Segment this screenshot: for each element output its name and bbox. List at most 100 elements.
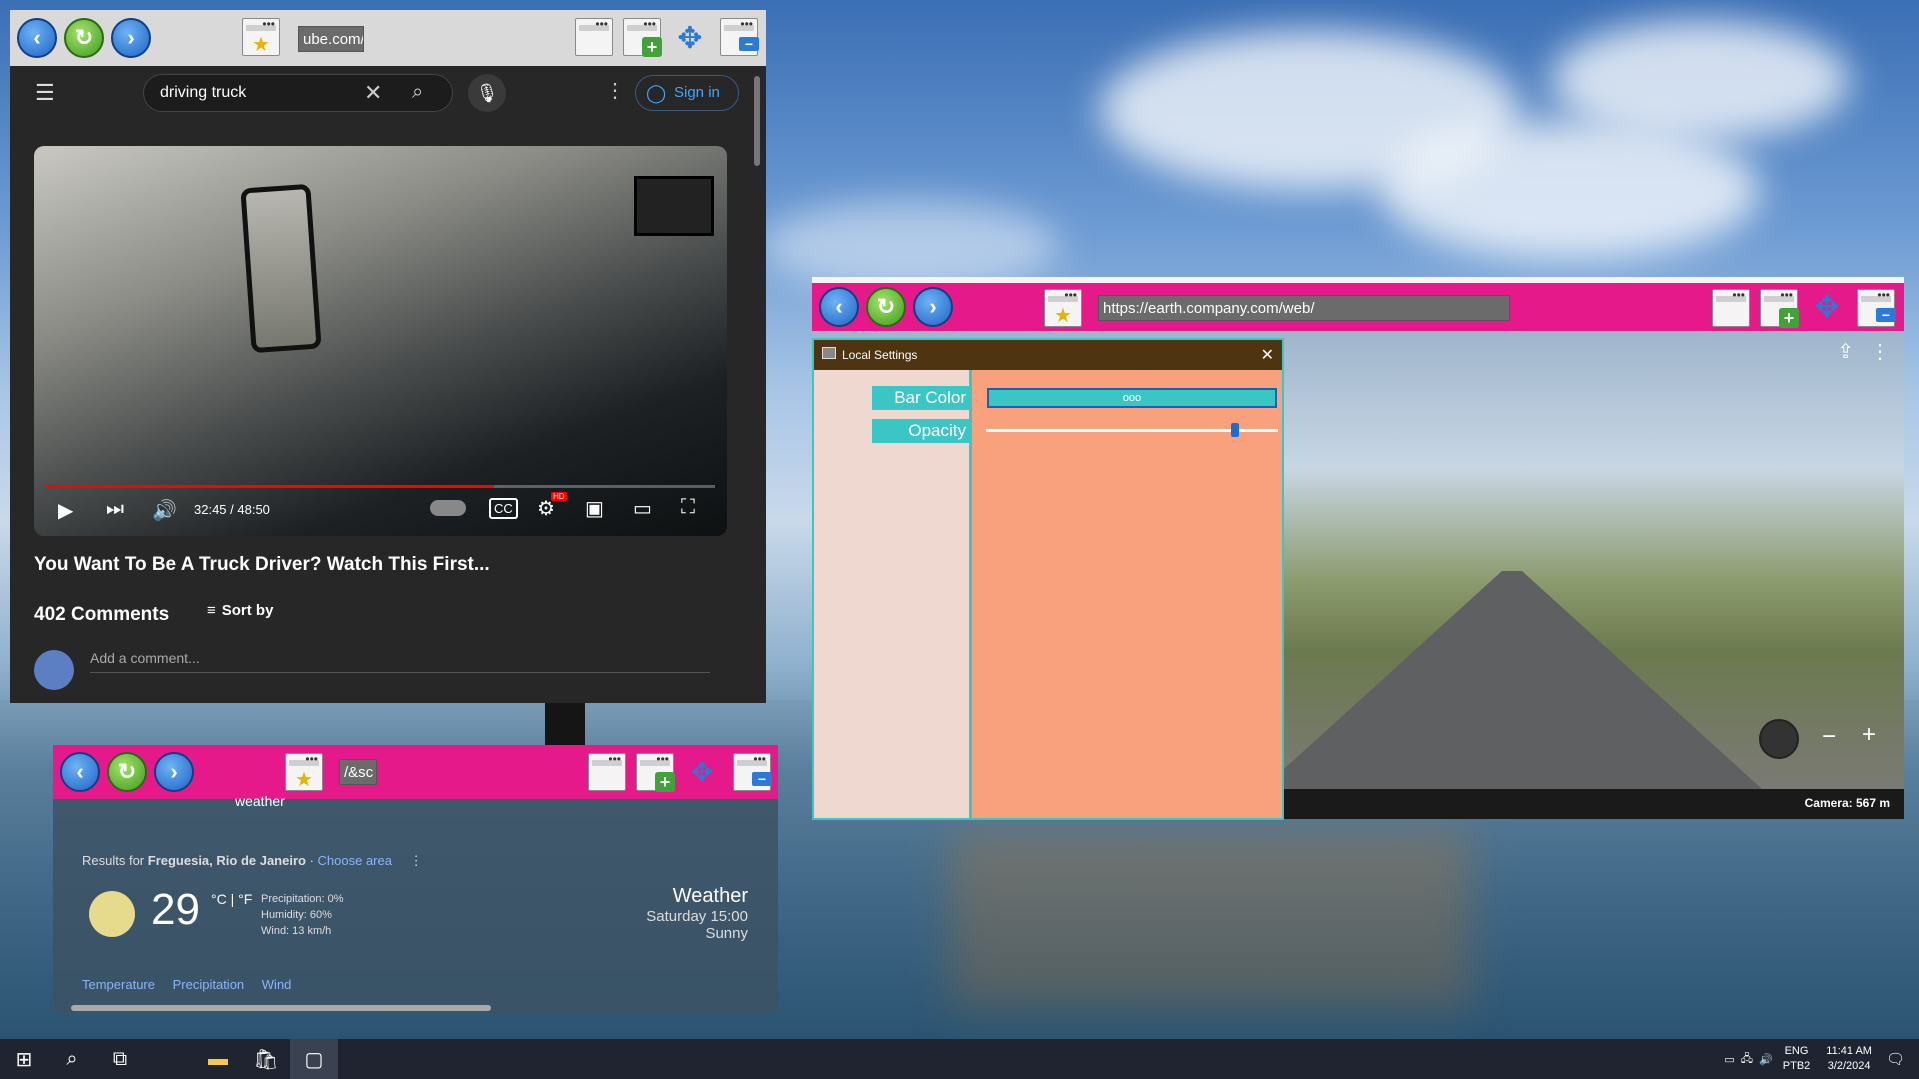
weather-search-input[interactable]: weather [235,793,285,809]
back-button[interactable]: ‹ [60,752,100,792]
search-input[interactable]: driving truck [160,84,246,102]
results-for-line: Results for Freguesia, Rio de Janeiro · … [82,853,423,869]
sign-in-button[interactable]: ◯ Sign in [635,75,739,111]
search-icon[interactable]: ⌕ [48,1039,96,1079]
forward-button[interactable]: › [154,752,194,792]
minimize-button[interactable]: ••• − [733,752,772,791]
move-icon[interactable]: ✥ [687,757,717,787]
bookmark-button[interactable]: ••• ★ [285,752,323,791]
new-tab-button[interactable]: ••• + [636,752,675,792]
miniplayer-icon[interactable]: ▣ [585,496,604,521]
language-indicator[interactable]: ENG PTB2 [1783,1044,1811,1074]
search-icon[interactable]: ⌕ [412,81,423,104]
new-tab-button[interactable]: ••• + [623,17,662,57]
window-icon [822,347,836,359]
file-explorer-icon[interactable]: ▬ [194,1039,242,1079]
add-comment-field[interactable]: Add a comment... [90,650,710,673]
window-button[interactable]: ••• [588,752,626,791]
forward-button[interactable]: › [111,18,151,58]
scrollbar[interactable] [754,76,760,166]
road [1262,571,1762,789]
tray-expand-icon[interactable]: ▭ [1724,1053,1734,1066]
separator: · [305,853,318,868]
play-icon[interactable]: ▶ [58,498,73,523]
next-icon[interactable]: ⏭ [106,498,124,521]
tab-temperature[interactable]: Temperature [82,977,155,992]
progress-track[interactable] [46,485,715,488]
clear-icon[interactable]: ✕ [364,80,382,106]
bookmark-button[interactable]: ••• ★ [1044,288,1082,327]
address-bar[interactable]: https://earth.company.com/web/ [1098,295,1510,321]
clock-time: 11:41 AM [1826,1045,1872,1057]
search-box[interactable]: driving truck ✕ ⌕ [143,74,453,112]
layout-label: PTB2 [1782,1060,1811,1072]
truck-mirror [240,183,322,354]
video-player[interactable]: ▶ ⏭ 🔊 32:45 / 48:50 CC ⚙ HD ▣ ▭ ⛶ [34,146,727,536]
choose-area-link[interactable]: Choose area [318,853,392,868]
window-button[interactable]: ••• [1712,288,1750,327]
weather-tabs: Temperature Precipitation Wind [82,977,291,992]
more-icon[interactable]: ⋮ [1870,339,1890,364]
volume-icon[interactable]: 🔊 [152,498,177,523]
move-icon[interactable]: ✥ [673,22,707,56]
zoom-in-button[interactable]: + [1862,721,1876,749]
back-button[interactable]: ‹ [819,287,859,327]
results-for-label: Results for [82,853,148,868]
clock[interactable]: 11:41 AM 3/2/2024 [1826,1044,1872,1074]
zoom-out-button[interactable]: − [1822,723,1836,751]
browser-app-icon[interactable]: ▢ [290,1039,338,1079]
bar-color-label: Bar Color [872,386,972,410]
video-title: You Want To Be A Truck Driver? Watch Thi… [34,554,490,575]
bar-color-field[interactable]: ooo [987,388,1277,408]
compass-icon[interactable] [1759,719,1799,759]
cc-icon[interactable]: CC [489,498,518,519]
local-settings-dialog: Local Settings ✕ Bar Color ooo Opacity [812,338,1284,820]
youtube-window: ‹ ↻ › ••• ★ ube.com/ ••• ••• + ✥ ••• − ☰ dr… [10,10,766,703]
minimize-button[interactable]: ••• − [720,17,759,56]
address-bar[interactable]: ube.com/ [298,26,364,52]
weather-summary: Weather Saturday 15:00 Sunny [646,885,748,942]
earth-navbar: ‹ ↻ › ••• ★ https://earth.company.com/web… [812,277,1904,331]
horizontal-scrollbar[interactable] [71,1005,491,1011]
minimize-button[interactable]: ••• − [1857,288,1896,327]
address-bar[interactable]: /&sc [339,759,377,785]
windows-start-icon[interactable]: ⊞ [0,1039,48,1079]
tab-precipitation[interactable]: Precipitation [173,977,245,992]
opacity-slider-thumb[interactable] [1231,423,1240,437]
reload-button[interactable]: ↻ [64,18,104,58]
bookmark-button[interactable]: ••• ★ [242,17,280,56]
opacity-label: Opacity [872,419,972,443]
tab-wind[interactable]: Wind [262,977,292,992]
close-icon[interactable]: ✕ [1261,345,1274,365]
forward-button[interactable]: › [913,287,953,327]
store-icon[interactable]: 🛍 [242,1039,290,1079]
window-button[interactable]: ••• [575,17,613,56]
taskbar: ⊞ ⌕ ⧉ ▬ 🛍 ▢ ▭ 🖧 🔊 ENG PTB2 11:41 AM 3/2/… [0,1039,1919,1079]
network-icon[interactable]: 🖧 [1741,1050,1753,1069]
volume-icon[interactable]: 🔊 [1759,1053,1773,1066]
new-tab-button[interactable]: ••• + [1760,288,1799,328]
opacity-slider[interactable] [986,423,1278,437]
wind-text: Wind: 13 km/h [261,925,332,937]
lang-label: ENG [1784,1045,1809,1057]
notification-icon[interactable]: 🗨 [1886,1050,1905,1068]
fullscreen-icon[interactable]: ⛶ [681,496,695,519]
task-view-icon[interactable]: ⧉ [96,1039,144,1079]
more-icon[interactable]: ⋮ [410,853,423,868]
move-icon[interactable]: ✥ [1810,291,1844,325]
reload-button[interactable]: ↻ [866,287,906,327]
star-icon: ★ [252,34,270,56]
autoplay-toggle[interactable] [430,500,466,516]
dialog-title: Local Settings [842,348,918,362]
menu-icon[interactable]: ☰ [35,80,55,106]
share-icon[interactable]: ⇪ [1837,339,1854,364]
youtube-navbar: ‹ ↻ › ••• ★ ube.com/ ••• ••• + ✥ ••• − [10,10,766,66]
back-button[interactable]: ‹ [17,18,57,58]
more-icon[interactable]: ⋮ [605,78,625,103]
reload-button[interactable]: ↻ [107,752,147,792]
theater-icon[interactable]: ▭ [633,496,652,521]
mic-icon[interactable]: 🎙 [468,74,506,112]
youtube-page: ☰ driving truck ✕ ⌕ 🎙 ⋮ ◯ Sign in ▶ ⏭ 🔊 … [10,66,766,703]
unit-toggle[interactable]: °C | °F [211,891,252,907]
sort-by-button[interactable]: ≡ Sort by [207,602,273,619]
